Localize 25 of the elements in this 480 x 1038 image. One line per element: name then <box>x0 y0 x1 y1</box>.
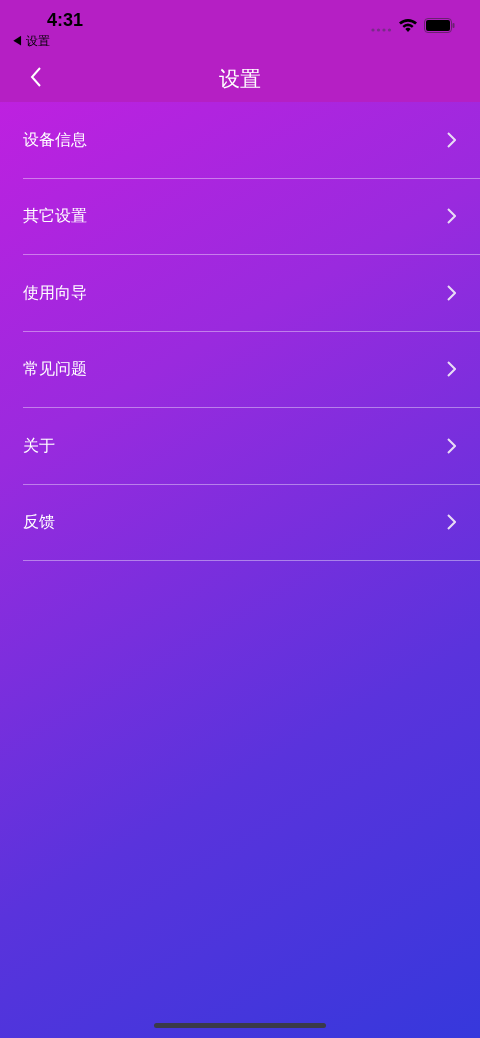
status-time: 4:31 <box>47 9 84 32</box>
back-icon[interactable] <box>30 67 42 87</box>
menu-item[interactable]: 使用向导 <box>23 255 480 332</box>
chevron-right-icon <box>447 131 456 148</box>
menu-item[interactable]: 其它设置 <box>23 178 480 255</box>
wifi-icon <box>399 19 417 32</box>
menu-item-label: 设备信息 <box>23 129 87 150</box>
menu-item[interactable]: 关于 <box>23 408 480 485</box>
signal-icon <box>371 28 392 32</box>
menu-item[interactable]: 反馈 <box>23 484 480 561</box>
menu-item[interactable]: 常见问题 <box>23 331 480 408</box>
menu-item[interactable]: 设备信息 <box>23 102 480 179</box>
menu-item-label: 常见问题 <box>23 359 87 380</box>
nav-title: 设置 <box>219 65 261 92</box>
chevron-right-icon <box>447 361 456 378</box>
menu-item-label: 其它设置 <box>23 206 87 227</box>
chevron-right-icon <box>447 437 456 454</box>
menu-item-label: 关于 <box>23 435 55 456</box>
menu-item-label: 使用向导 <box>23 282 87 303</box>
chevron-right-icon <box>447 514 456 531</box>
chevron-right-icon <box>447 208 456 225</box>
chevron-right-icon <box>447 284 456 301</box>
back-to-app-link[interactable]: ◀ 设置 <box>11 32 51 50</box>
menu-item-label: 反馈 <box>23 512 55 533</box>
battery-icon <box>424 18 455 33</box>
